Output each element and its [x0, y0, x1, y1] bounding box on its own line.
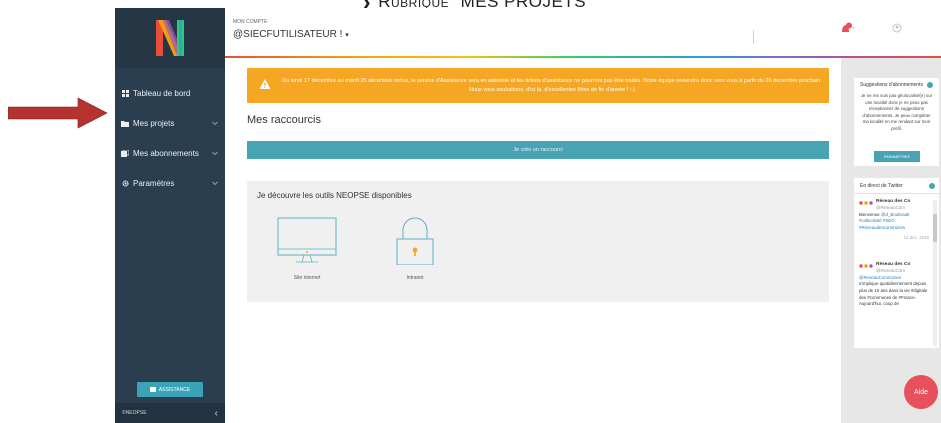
- main-content: Du lundi 17 décembre au mardi 25 décembr…: [225, 58, 841, 423]
- topbar-divider: [753, 30, 754, 44]
- suggestions-title: Suggestions d'abonnements: [860, 82, 923, 88]
- suggestions-card: Suggestions d'abonnements Je ne me suis …: [854, 78, 939, 166]
- account-name: @SIECFUTILISATEUR !: [233, 29, 343, 40]
- sidebar: Tableau de bord Mes projets Mes abonneme…: [115, 8, 225, 423]
- gear-icon: [121, 179, 129, 187]
- sidebar-item-label: Tableau de bord: [133, 88, 191, 98]
- tweet-author: Réseau des Co: [876, 262, 911, 267]
- folder-icon: [121, 119, 129, 127]
- chevron-down-icon: [212, 121, 218, 126]
- warning-icon: [259, 79, 271, 89]
- holiday-alert-banner: Du lundi 17 décembre au mardi 25 décembr…: [247, 68, 829, 103]
- tools-panel: Je découvre les outils NEOPSE disponible…: [247, 181, 829, 302]
- info-icon[interactable]: [927, 82, 933, 88]
- ticket-icon: [149, 387, 156, 392]
- right-panel: Suggestions d'abonnements Je ne me suis …: [841, 58, 941, 423]
- assistance-label: ASSISTANCE: [158, 386, 191, 393]
- sidebar-nav: Tableau de bord Mes projets Mes abonneme…: [115, 78, 225, 198]
- tweet-author: Réseau des Co: [876, 199, 911, 204]
- collapse-sidebar-icon[interactable]: ‹: [215, 408, 218, 419]
- scrollbar-thumb[interactable]: [933, 214, 937, 242]
- tweet-text: Bienvenue: [859, 211, 880, 217]
- assistance-button[interactable]: ASSISTANCE: [137, 382, 203, 397]
- twitter-card: En direct de Twitter Réseau des Co @Rese…: [854, 178, 939, 348]
- tool-label: Intranet: [406, 275, 424, 281]
- sidebar-item-label: Paramètres: [133, 178, 175, 188]
- annotation-arrow-icon: [8, 97, 108, 129]
- topbar: MON COMPTE @SIECFUTILISATEUR ! ▾ 2: [225, 8, 941, 58]
- suggestions-body: Je ne me suis pas géolocalisé(e) sur une…: [860, 93, 933, 132]
- tools-title: Je découvre les outils NEOPSE disponible…: [257, 191, 412, 200]
- twitter-title: En direct de Twitter: [860, 183, 903, 189]
- info-icon[interactable]: [929, 183, 935, 189]
- tool-intranet[interactable]: Intranet: [380, 215, 450, 285]
- sidebar-item-label: Mes projets: [133, 118, 175, 128]
- sidebar-footer: ©NEOPSE ‹: [115, 403, 225, 423]
- lock-icon: [396, 217, 434, 265]
- notification-icon[interactable]: [839, 22, 857, 34]
- n-logo-icon: [156, 20, 184, 56]
- caret-down-icon: ▾: [345, 32, 349, 39]
- tweet-item[interactable]: Réseau des Co @ReseauCom Bienvenue @d_Bo…: [859, 198, 929, 241]
- sidebar-item-mes-projets[interactable]: Mes projets: [115, 108, 225, 138]
- card-divider: [854, 193, 939, 194]
- tweet-item[interactable]: Réseau des Co @ReseauCom @ReseauCommunes…: [859, 261, 929, 308]
- neopse-logo[interactable]: [115, 8, 225, 68]
- chevron-down-icon: [212, 151, 218, 156]
- subscriptions-icon: [121, 149, 129, 157]
- user-icon[interactable]: [870, 22, 916, 34]
- account-menu[interactable]: @SIECFUTILISATEUR ! ▾: [233, 29, 349, 40]
- screenshot-stage: ❯ Rubrique “MES PROJETS” Tableau de bord …: [0, 0, 941, 423]
- twitter-scrollbar[interactable]: [933, 200, 937, 346]
- parametres-button[interactable]: PARAMÈTRES: [874, 151, 920, 162]
- tweet-handle: @ReseauCom: [876, 268, 905, 274]
- dashboard-icon: [121, 89, 129, 97]
- chevron-down-icon: [212, 181, 218, 186]
- aide-button[interactable]: Aide: [904, 375, 938, 409]
- notification-count: 2: [857, 22, 860, 27]
- create-shortcut-button[interactable]: Je crée un raccourci: [247, 141, 829, 159]
- monitor-icon: [277, 217, 337, 263]
- sidebar-item-parametres[interactable]: Paramètres: [115, 168, 225, 198]
- tweet-date: 12 déc. 2018: [903, 234, 929, 240]
- avatar-dots-icon: [859, 201, 873, 205]
- tool-site-internet[interactable]: Site internet: [272, 215, 342, 285]
- sidebar-item-mes-abonnements[interactable]: Mes abonnements: [115, 138, 225, 168]
- tool-label: Site internet: [293, 275, 321, 281]
- avatar-dots-icon: [859, 264, 873, 268]
- account-label: MON COMPTE: [233, 19, 268, 25]
- tweet-text: s'implique quotidiennement depuis plus d…: [859, 281, 928, 307]
- copyright-label: ©NEOPSE: [122, 410, 147, 416]
- sidebar-item-tableau-de-bord[interactable]: Tableau de bord: [115, 78, 225, 108]
- tweet-handle: @ReseauCom: [876, 205, 905, 211]
- tweet-link[interactable]: @ReseauCommunes: [859, 275, 929, 282]
- sidebar-item-label: Mes abonnements: [133, 148, 199, 158]
- shortcuts-title: Mes raccourcis: [247, 114, 321, 126]
- alert-text: Du lundi 17 décembre au mardi 25 décembr…: [282, 78, 822, 94]
